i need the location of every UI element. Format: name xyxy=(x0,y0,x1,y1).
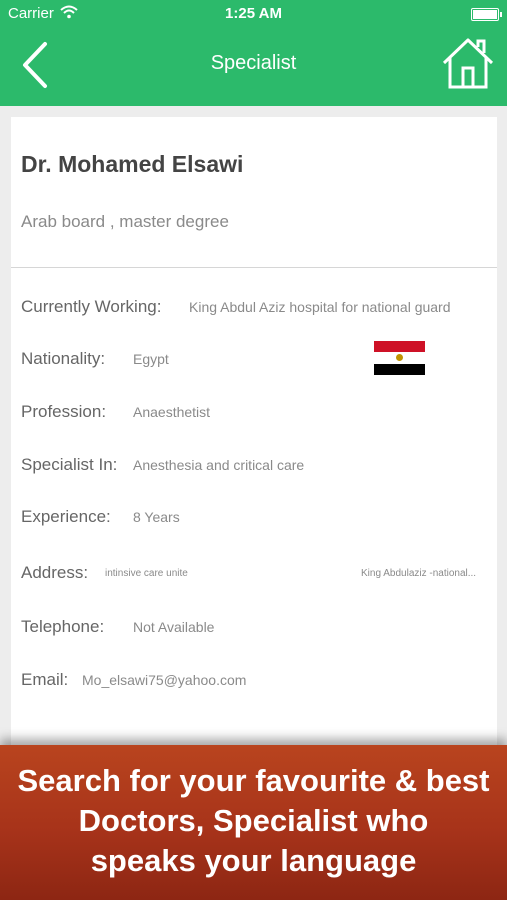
home-icon xyxy=(442,38,494,89)
specialist-value: Anesthesia and critical care xyxy=(133,457,305,473)
divider xyxy=(11,267,497,268)
navigation-bar: Specialist xyxy=(0,28,507,106)
doctor-degree: Arab board , master degree xyxy=(21,212,229,231)
experience-label: Experience: xyxy=(21,507,111,526)
promo-banner: Search for your favourite & best Doctors… xyxy=(0,745,507,900)
address-label: Address: xyxy=(21,563,89,582)
address-value-secondary: King Abdulaziz -national... xyxy=(361,568,477,579)
nationality-label: Nationality: xyxy=(21,349,106,368)
status-time: 1:25 AM xyxy=(225,5,282,22)
telephone-value: Not Available xyxy=(133,619,215,635)
doctor-profile-card: Dr. Mohamed Elsawi Arab board , master d… xyxy=(11,117,497,757)
profession-label: Profession: xyxy=(21,402,107,421)
email-value[interactable]: Mo_elsawi75@yahoo.com xyxy=(82,672,246,688)
working-label: Currently Working: xyxy=(21,297,162,316)
status-bar: Carrier 1:25 AM xyxy=(0,0,507,28)
banner-line-2: Doctors, Specialist who xyxy=(78,803,429,838)
banner-line-3: speaks your language xyxy=(90,843,417,878)
egypt-flag-icon xyxy=(374,341,425,375)
nationality-value: Egypt xyxy=(133,351,169,367)
home-button[interactable] xyxy=(441,36,495,90)
page-title: Specialist xyxy=(210,52,297,74)
working-value: King Abdul Aziz hospital for national gu… xyxy=(189,299,451,315)
doctor-name: Dr. Mohamed Elsawi xyxy=(21,151,244,177)
profession-value: Anaesthetist xyxy=(133,404,211,420)
banner-line-1: Search for your favourite & best xyxy=(17,763,490,798)
experience-value: 8 Years xyxy=(133,509,180,525)
address-value: intinsive care unite xyxy=(105,568,188,579)
battery-icon xyxy=(471,8,502,21)
specialist-label: Specialist In: xyxy=(21,455,118,474)
email-label: Email: xyxy=(21,670,69,689)
telephone-label: Telephone: xyxy=(21,617,105,636)
